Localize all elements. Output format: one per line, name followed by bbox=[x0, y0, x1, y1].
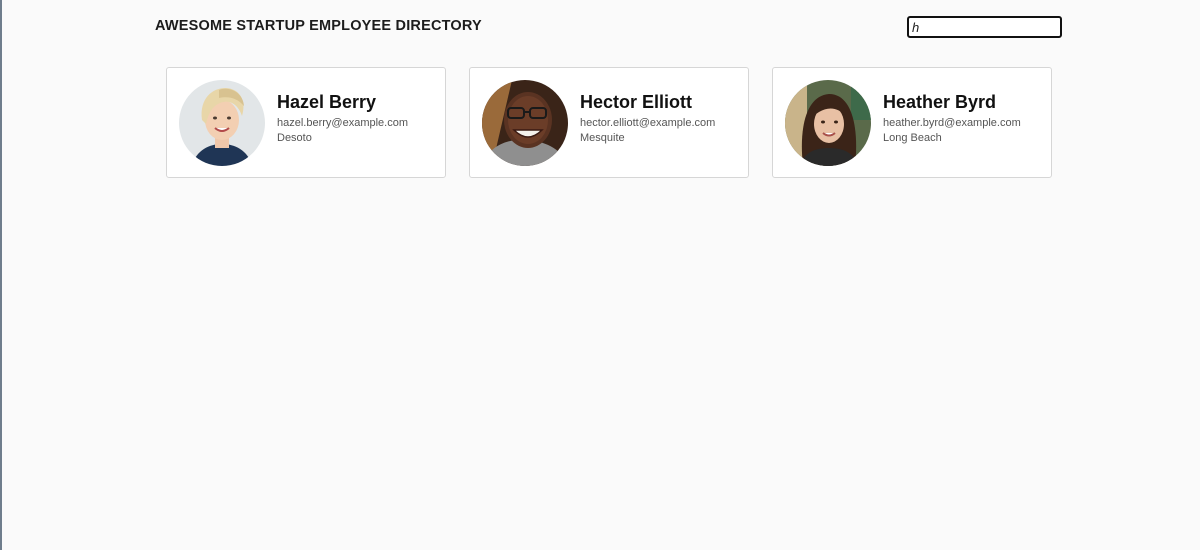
avatar-photo-woman-blonde bbox=[179, 80, 265, 166]
employee-city: Mesquite bbox=[580, 132, 625, 144]
avatar-photo-woman-brunette bbox=[785, 80, 871, 166]
avatar bbox=[179, 80, 265, 166]
employee-email: hector.elliott@example.com bbox=[580, 117, 716, 129]
avatar bbox=[482, 80, 568, 166]
employee-city: Long Beach bbox=[883, 132, 942, 144]
search-input[interactable] bbox=[907, 16, 1062, 38]
employee-name: Heather Byrd bbox=[883, 92, 997, 112]
page-title: AWESOME STARTUP EMPLOYEE DIRECTORY bbox=[155, 18, 482, 34]
employee-grid: Hazel Berry hazel.berry@example.com Deso… bbox=[166, 67, 1052, 179]
employee-card[interactable]: Hector Elliott hector.elliott@example.co… bbox=[469, 67, 749, 178]
avatar bbox=[785, 80, 871, 166]
employee-name: Hazel Berry bbox=[277, 92, 377, 112]
employee-info: Hazel Berry hazel.berry@example.com Deso… bbox=[277, 92, 437, 146]
employee-city: Desoto bbox=[277, 132, 312, 144]
employee-info: Heather Byrd heather.byrd@example.com Lo… bbox=[883, 92, 1043, 146]
employee-card[interactable]: Hazel Berry hazel.berry@example.com Deso… bbox=[166, 67, 446, 178]
employee-email: heather.byrd@example.com bbox=[883, 117, 1021, 129]
window-left-border bbox=[0, 0, 2, 550]
employee-info: Hector Elliott hector.elliott@example.co… bbox=[580, 92, 740, 146]
employee-name: Hector Elliott bbox=[580, 92, 693, 112]
employee-email: hazel.berry@example.com bbox=[277, 117, 408, 129]
avatar-photo-man-glasses bbox=[482, 80, 568, 166]
page-header: AWESOME STARTUP EMPLOYEE DIRECTORY bbox=[155, 0, 1063, 50]
employee-card[interactable]: Heather Byrd heather.byrd@example.com Lo… bbox=[772, 67, 1052, 178]
